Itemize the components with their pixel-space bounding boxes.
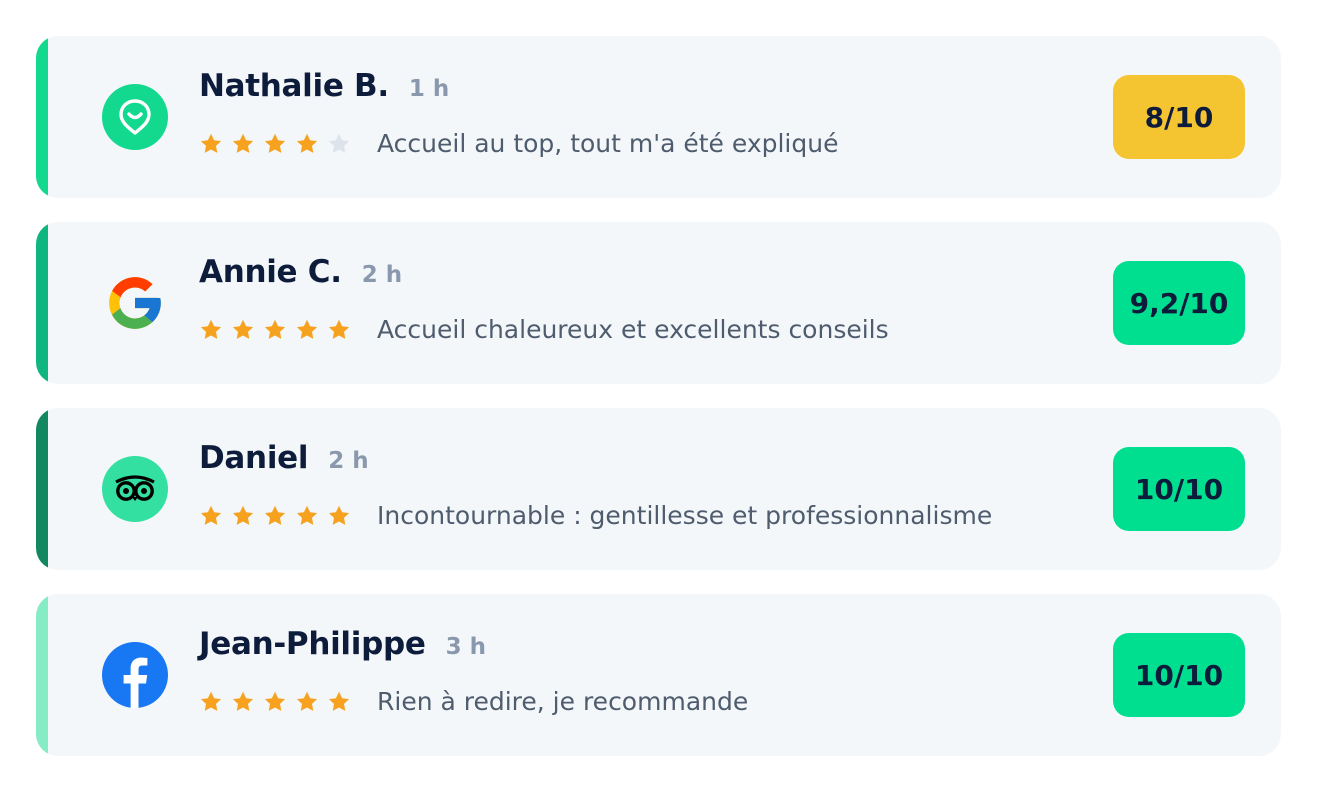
review-card[interactable]: Jean-Philippe 3 h Rien à redire, je reco… xyxy=(36,594,1281,756)
review-header: Annie C. 2 h xyxy=(199,254,402,290)
star-filled-icon xyxy=(327,318,351,342)
star-filled-icon xyxy=(295,318,319,342)
star-rating xyxy=(199,504,359,528)
star-filled-icon xyxy=(327,690,351,714)
star-filled-icon xyxy=(263,132,287,156)
reviewer-name: Daniel xyxy=(199,440,309,476)
star-filled-icon xyxy=(199,690,223,714)
review-time: 1 h xyxy=(408,76,450,102)
review-body: Incontournable : gentillesse et professi… xyxy=(199,501,992,530)
star-filled-icon xyxy=(263,318,287,342)
review-accent-bar xyxy=(36,222,48,384)
map-pin-smile-icon xyxy=(102,84,168,150)
review-accent-bar xyxy=(36,408,48,570)
review-time: 2 h xyxy=(361,262,403,288)
score-badge: 10/10 xyxy=(1113,447,1245,531)
review-body: Accueil chaleureux et excellents conseil… xyxy=(199,315,889,344)
review-card[interactable]: Daniel 2 h Incontournable : gentillesse … xyxy=(36,408,1281,570)
star-filled-icon xyxy=(231,690,255,714)
star-filled-icon xyxy=(231,318,255,342)
star-filled-icon xyxy=(295,504,319,528)
score-badge: 9,2/10 xyxy=(1113,261,1245,345)
review-body: Rien à redire, je recommande xyxy=(199,687,748,716)
star-rating xyxy=(199,318,359,342)
reviewer-name: Jean-Philippe xyxy=(199,626,426,662)
score-badge: 8/10 xyxy=(1113,75,1245,159)
star-filled-icon xyxy=(199,132,223,156)
review-header: Jean-Philippe 3 h xyxy=(199,626,486,662)
review-header: Daniel 2 h xyxy=(199,440,369,476)
star-filled-icon xyxy=(295,132,319,156)
star-filled-icon xyxy=(263,504,287,528)
review-comment: Rien à redire, je recommande xyxy=(377,687,749,716)
review-comment: Incontournable : gentillesse et professi… xyxy=(377,501,993,530)
review-comment: Accueil au top, tout m'a été expliqué xyxy=(377,129,839,158)
star-filled-icon xyxy=(263,690,287,714)
star-filled-icon xyxy=(327,504,351,528)
star-filled-icon xyxy=(231,132,255,156)
tripadvisor-owl-icon xyxy=(102,456,168,522)
review-body: Accueil au top, tout m'a été expliqué xyxy=(199,129,838,158)
reviewer-name: Nathalie B. xyxy=(199,68,389,104)
review-accent-bar xyxy=(36,594,48,756)
star-rating xyxy=(199,132,359,156)
review-comment: Accueil chaleureux et excellents conseil… xyxy=(377,315,889,344)
review-time: 2 h xyxy=(328,448,369,474)
review-time: 3 h xyxy=(445,634,486,660)
star-filled-icon xyxy=(295,690,319,714)
facebook-icon xyxy=(102,642,168,708)
reviewer-name: Annie C. xyxy=(199,254,342,290)
review-list: Nathalie B. 1 h Accueil au top, tout m'a… xyxy=(36,36,1281,780)
star-filled-icon xyxy=(199,504,223,528)
google-icon xyxy=(102,270,168,336)
review-header: Nathalie B. 1 h xyxy=(199,68,449,104)
review-accent-bar xyxy=(36,36,48,198)
review-card[interactable]: Nathalie B. 1 h Accueil au top, tout m'a… xyxy=(36,36,1281,198)
review-card[interactable]: Annie C. 2 h Accueil chaleureux et excel… xyxy=(36,222,1281,384)
star-empty-icon xyxy=(327,132,351,156)
score-badge: 10/10 xyxy=(1113,633,1245,717)
star-filled-icon xyxy=(199,318,223,342)
star-filled-icon xyxy=(231,504,255,528)
star-rating xyxy=(199,690,359,714)
